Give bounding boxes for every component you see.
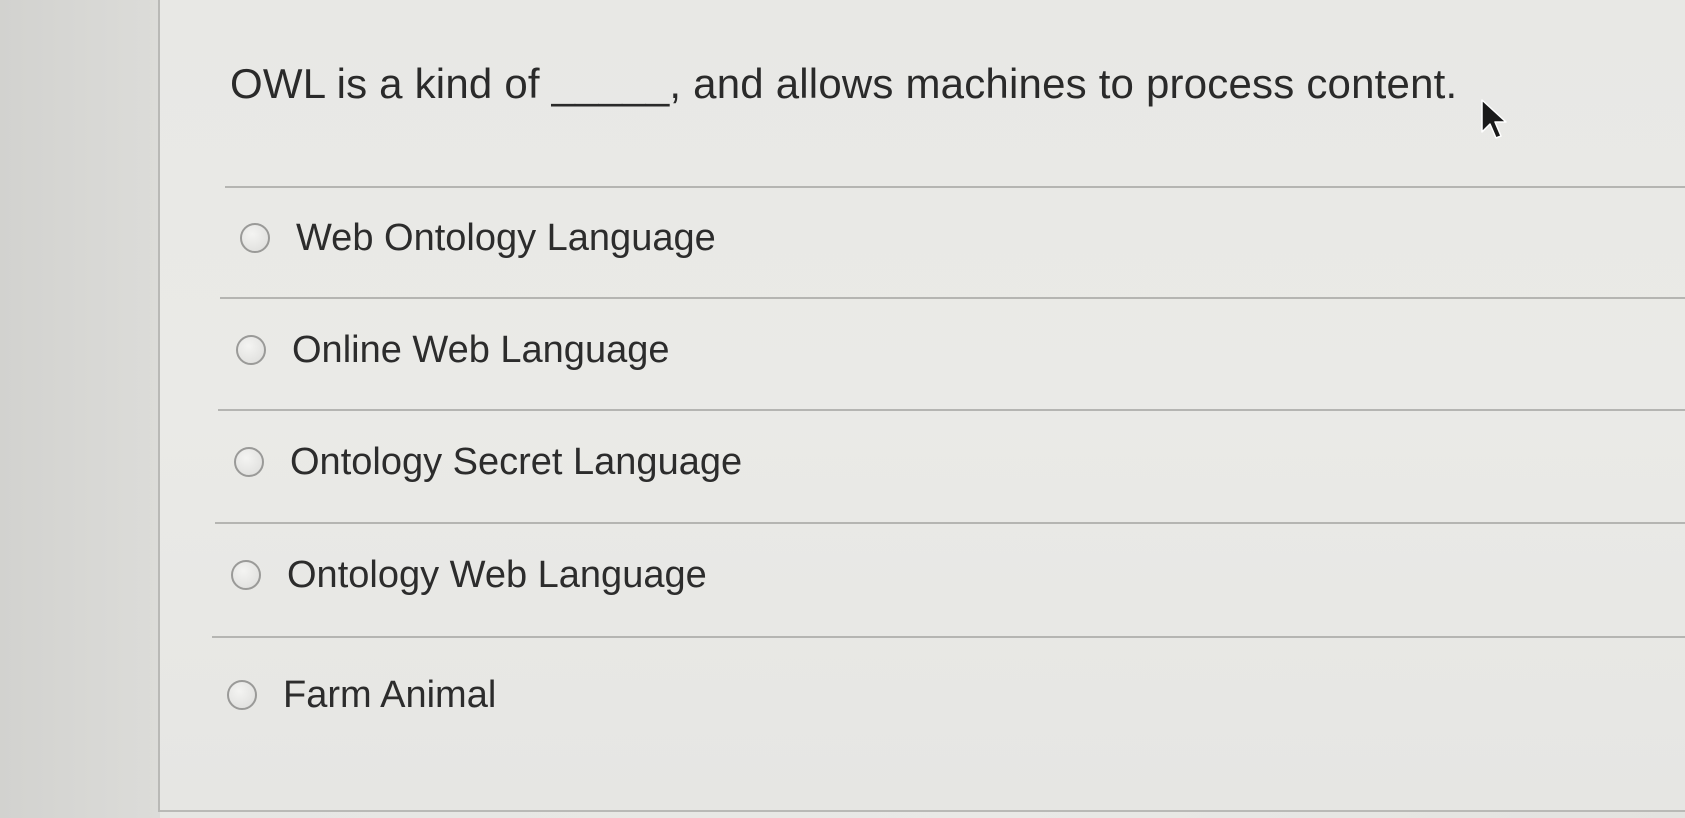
option-label: Farm Animal [283, 673, 497, 716]
radio-button-icon[interactable] [236, 335, 266, 365]
option-farm-animal[interactable]: Farm Animal [227, 665, 496, 725]
option-label: Ontology Web Language [287, 553, 707, 596]
radio-button-icon[interactable] [234, 447, 264, 477]
left-gutter [0, 0, 160, 818]
option-online-web-language[interactable]: Online Web Language [236, 320, 669, 380]
divider [215, 522, 1685, 524]
mouse-pointer-icon [1481, 99, 1507, 139]
radio-button-icon[interactable] [227, 680, 257, 710]
option-label: Online Web Language [292, 328, 670, 371]
option-ontology-web-language[interactable]: Ontology Web Language [231, 545, 707, 605]
screen: OWL is a kind of _____, and allows machi… [0, 0, 1685, 818]
divider [220, 297, 1685, 299]
divider [212, 636, 1685, 638]
option-web-ontology-language[interactable]: Web Ontology Language [240, 208, 716, 268]
radio-button-icon[interactable] [240, 223, 270, 253]
question-text: OWL is a kind of _____, and allows machi… [230, 60, 1458, 107]
option-ontology-secret-language[interactable]: Ontology Secret Language [234, 432, 742, 492]
divider [225, 186, 1685, 188]
option-label: Ontology Secret Language [290, 440, 743, 483]
divider [218, 409, 1685, 411]
option-label: Web Ontology Language [296, 216, 716, 259]
radio-button-icon[interactable] [231, 560, 261, 590]
